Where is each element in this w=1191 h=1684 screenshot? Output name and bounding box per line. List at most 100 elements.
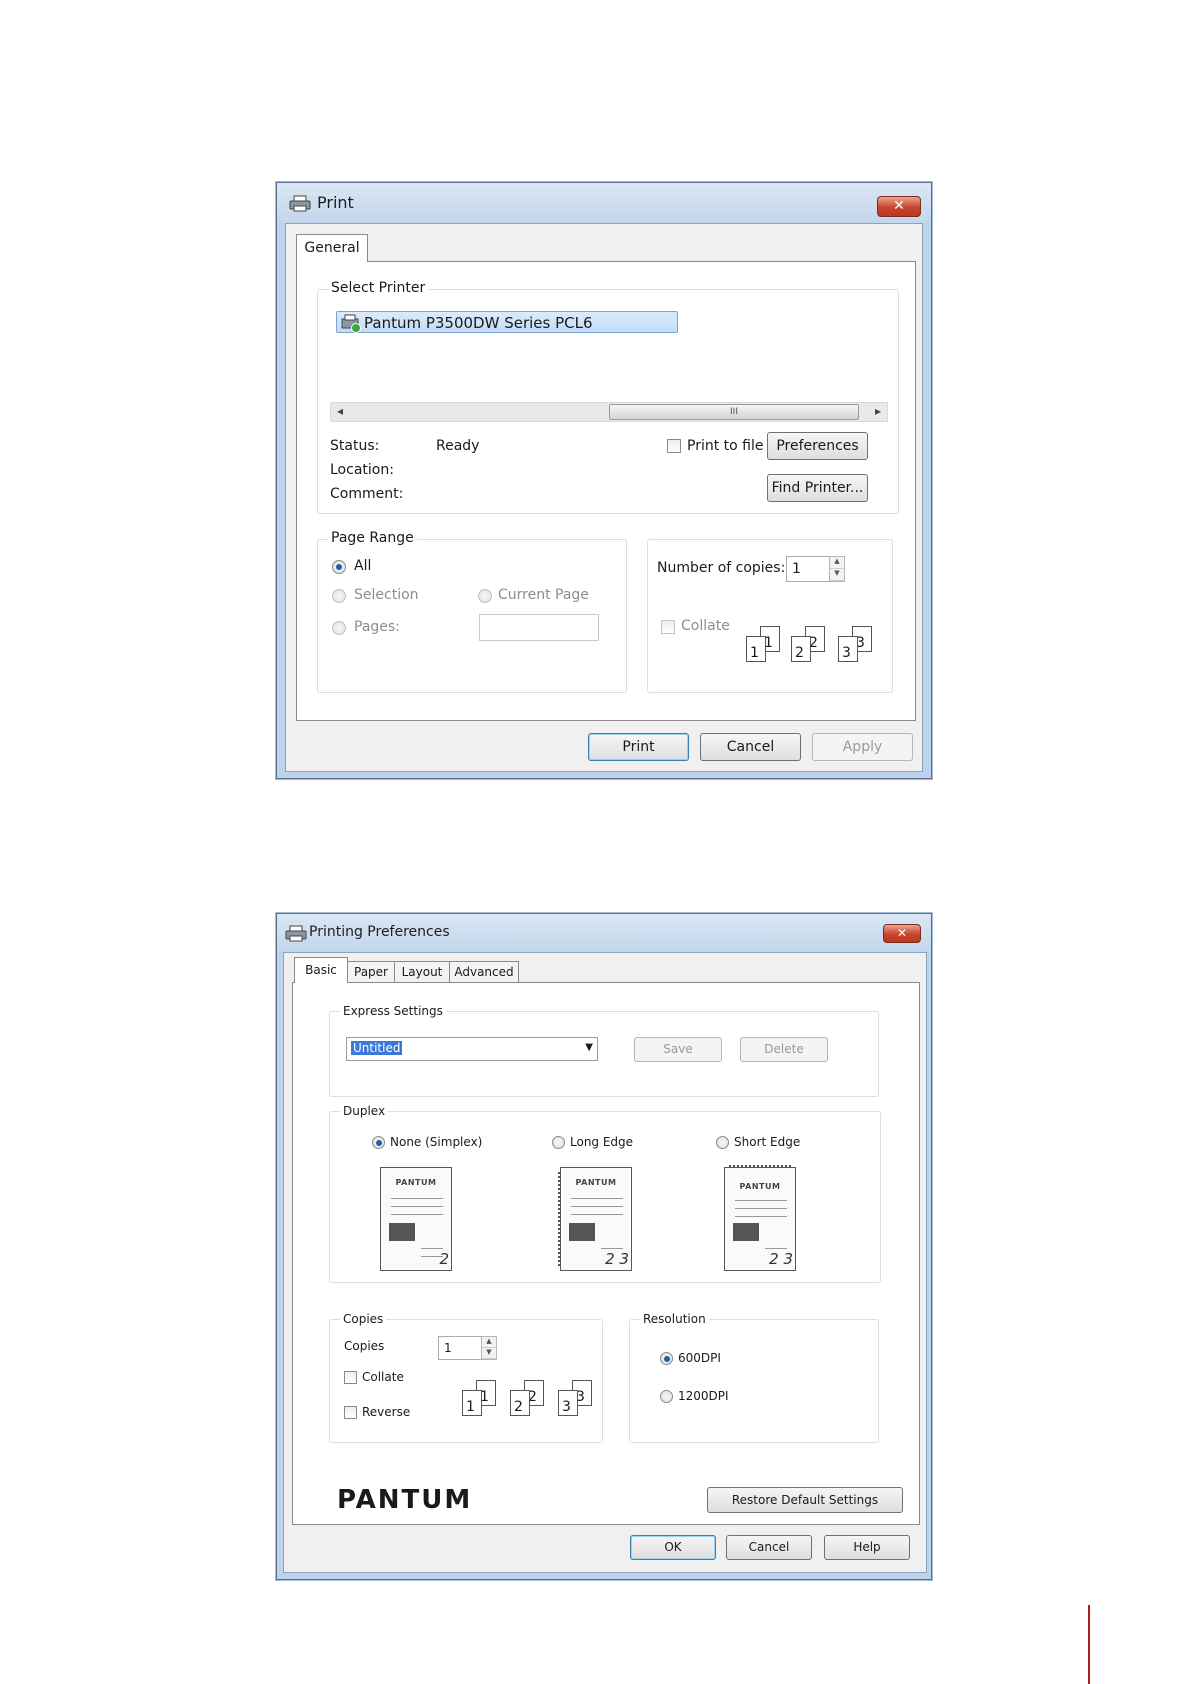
printer-list-scrollbar[interactable]: ◂ III ▸ — [330, 402, 888, 422]
selection-radio[interactable] — [332, 589, 346, 603]
scroll-right-arrow[interactable]: ▸ — [875, 404, 881, 418]
page-curl-icon: 2 — [439, 1250, 449, 1268]
duplex-long-edge-preview: PANTUM 2 3 — [558, 1167, 632, 1271]
prefs-client: Basic Paper Layout Advanced Express Sett… — [283, 952, 927, 1573]
resolution-1200-radio[interactable] — [660, 1390, 673, 1403]
selection-label[interactable]: Selection — [354, 587, 419, 603]
resolution-group: Resolution 600DPI 1200DPI — [629, 1312, 879, 1443]
tab-advanced[interactable]: Advanced — [449, 961, 519, 983]
page-icon-front: 3 — [838, 636, 858, 662]
collate-page-set-3: 3 3 — [838, 626, 882, 666]
resolution-legend: Resolution — [640, 1312, 709, 1326]
print-button[interactable]: Print — [588, 733, 689, 761]
duplex-long-edge-radio[interactable] — [552, 1136, 565, 1149]
page-curl-icon: 2 3 — [605, 1250, 629, 1268]
apply-button[interactable]: Apply — [812, 733, 913, 761]
duplex-group: Duplex None (Simplex) Long Edge Short Ed… — [329, 1104, 881, 1283]
tab-layout[interactable]: Layout — [394, 961, 450, 983]
duplex-short-edge-radio[interactable] — [716, 1136, 729, 1149]
reverse-label[interactable]: Reverse — [362, 1405, 410, 1419]
spin-down-icon[interactable]: ▼ — [482, 1348, 496, 1359]
restore-default-settings-button[interactable]: Restore Default Settings — [707, 1487, 903, 1513]
copies-spinner[interactable]: ▲ ▼ — [829, 556, 845, 582]
reverse-checkbox[interactable] — [344, 1406, 357, 1419]
current-page-label[interactable]: Current Page — [498, 587, 589, 603]
spin-up-icon[interactable]: ▲ — [482, 1337, 496, 1348]
collate-checkbox[interactable] — [661, 620, 675, 634]
print-to-file-checkbox[interactable] — [667, 439, 681, 453]
printer-list-item[interactable]: Pantum P3500DW Series PCL6 — [336, 311, 678, 333]
status-label: Status: — [330, 438, 380, 454]
location-label: Location: — [330, 462, 394, 478]
pages-input[interactable] — [479, 614, 599, 641]
tab-basic[interactable]: Basic — [294, 957, 348, 983]
collate-page-set-2: 2 2 — [510, 1380, 554, 1420]
printer-icon — [289, 195, 311, 212]
express-settings-group: Express Settings Untitled ▼ Save Delete — [329, 1004, 879, 1097]
page-icon-front: 1 — [746, 636, 766, 662]
basic-panel: Express Settings Untitled ▼ Save Delete … — [292, 982, 920, 1525]
page-icon-front: 2 — [791, 636, 811, 662]
print-titlebar[interactable]: Print ✕ — [277, 183, 931, 223]
current-page-radio[interactable] — [478, 589, 492, 603]
copies-legend: Copies — [340, 1312, 387, 1326]
copies-input[interactable]: 1 — [438, 1336, 482, 1360]
resolution-600-label[interactable]: 600DPI — [678, 1351, 721, 1365]
close-button[interactable]: ✕ — [877, 196, 921, 217]
tab-general[interactable]: General — [296, 234, 368, 262]
photo-icon — [733, 1223, 759, 1241]
comment-label: Comment: — [330, 486, 404, 502]
duplex-short-edge-label[interactable]: Short Edge — [734, 1135, 800, 1149]
printing-preferences-dialog: Printing Preferences ✕ Basic Paper Layou… — [276, 913, 932, 1580]
preferences-button[interactable]: Preferences — [767, 432, 868, 460]
page-icon-front: 2 — [510, 1390, 530, 1416]
resolution-600-radio[interactable] — [660, 1352, 673, 1365]
page-range-legend: Page Range — [328, 530, 417, 546]
preview-brand: PANTUM — [739, 1182, 781, 1191]
window-title: Print — [317, 193, 354, 212]
collate-label[interactable]: Collate — [681, 618, 730, 634]
help-button[interactable]: Help — [824, 1535, 910, 1560]
duplex-none-label[interactable]: None (Simplex) — [390, 1135, 482, 1149]
chevron-down-icon[interactable]: ▼ — [585, 1042, 593, 1053]
print-to-file-label[interactable]: Print to file — [687, 438, 763, 454]
spin-up-icon[interactable]: ▲ — [830, 557, 844, 569]
close-button[interactable]: ✕ — [883, 924, 921, 943]
duplex-simplex-preview: PANTUM 2 — [380, 1167, 452, 1271]
ok-button[interactable]: OK — [630, 1535, 716, 1560]
scroll-thumb[interactable]: III — [609, 404, 859, 420]
copies-spinner[interactable]: ▲ ▼ — [481, 1336, 497, 1360]
binding-top-icon — [729, 1165, 791, 1171]
spin-down-icon[interactable]: ▼ — [830, 569, 844, 581]
printer-ready-icon — [341, 314, 361, 333]
collate-checkbox[interactable] — [344, 1371, 357, 1384]
cancel-button[interactable]: Cancel — [726, 1535, 812, 1560]
resolution-1200-label[interactable]: 1200DPI — [678, 1389, 729, 1403]
select-printer-legend: Select Printer — [328, 280, 429, 296]
scroll-left-arrow[interactable]: ◂ — [337, 404, 343, 418]
cancel-button[interactable]: Cancel — [700, 733, 801, 761]
photo-icon — [569, 1223, 595, 1241]
print-dialog: Print ✕ General Select Printer Pantum P3… — [276, 182, 932, 779]
page-curl-icon: 2 3 — [769, 1250, 793, 1268]
tab-paper[interactable]: Paper — [347, 961, 395, 983]
window-title: Printing Preferences — [309, 924, 450, 940]
copies-label: Copies — [344, 1339, 385, 1353]
duplex-none-radio[interactable] — [372, 1136, 385, 1149]
page-range-group: Page Range All Selection Current Page Pa… — [317, 530, 627, 693]
express-settings-dropdown[interactable]: Untitled ▼ — [346, 1037, 598, 1061]
page-icon-front: 3 — [558, 1390, 578, 1416]
all-label[interactable]: All — [354, 558, 371, 574]
find-printer-button[interactable]: Find Printer... — [767, 474, 868, 502]
duplex-legend: Duplex — [340, 1104, 389, 1118]
delete-button[interactable]: Delete — [740, 1037, 828, 1062]
prefs-titlebar[interactable]: Printing Preferences ✕ — [277, 914, 931, 952]
pantum-logo: PANTUM — [337, 1485, 473, 1515]
save-button[interactable]: Save — [634, 1037, 722, 1062]
copies-input[interactable]: 1 — [786, 556, 830, 582]
all-radio[interactable] — [332, 560, 346, 574]
pages-radio[interactable] — [332, 621, 346, 635]
pages-label[interactable]: Pages: — [354, 619, 400, 635]
duplex-long-edge-label[interactable]: Long Edge — [570, 1135, 633, 1149]
collate-label[interactable]: Collate — [362, 1370, 404, 1384]
